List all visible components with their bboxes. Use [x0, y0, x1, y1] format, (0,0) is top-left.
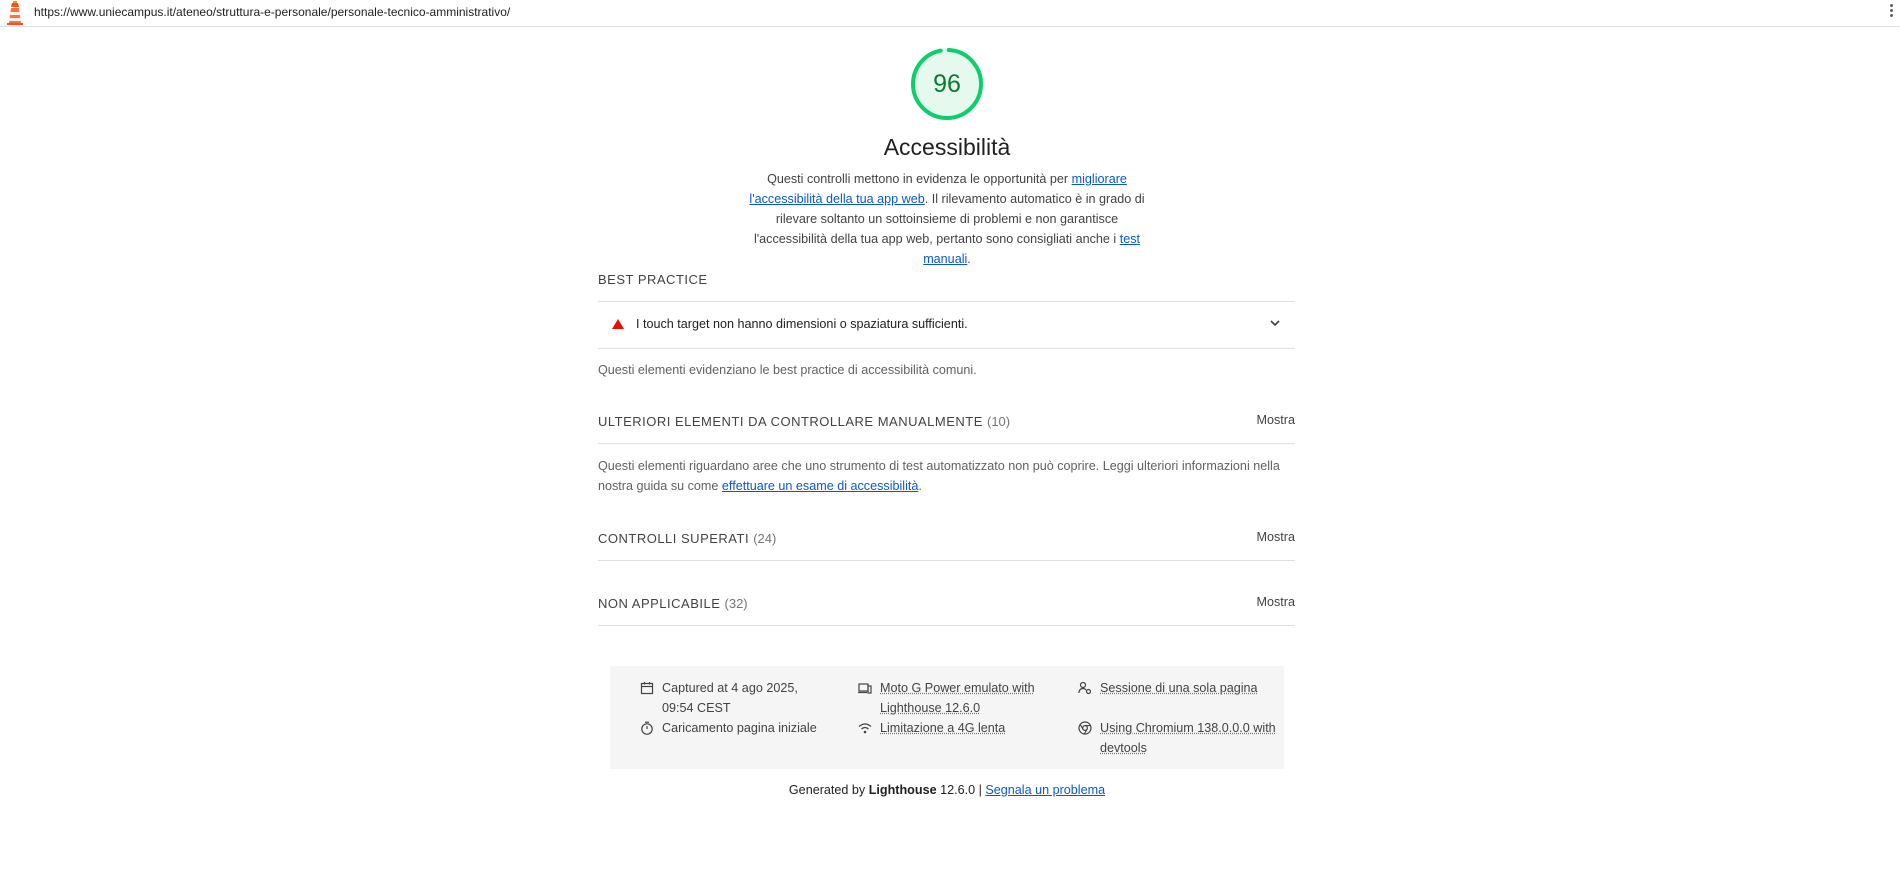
devices-icon — [858, 683, 872, 694]
throttling-item[interactable]: Limitazione a 4G lenta — [858, 718, 1048, 738]
audit-title: I touch target non hanno dimensioni o sp… — [636, 317, 968, 331]
browser-item[interactable]: Using Chromium 138.0.0.0 with devtools — [1078, 718, 1278, 758]
passed-show-toggle[interactable]: Mostra — [1257, 530, 1296, 544]
generated-by-footer: Generated by Lighthouse 12.6.0 | Segnala… — [788, 783, 1106, 797]
page-load-item: Caricamento pagina iniziale — [640, 718, 840, 738]
passed-heading: Controlli superati (24) — [598, 531, 777, 546]
kebab-menu-icon[interactable] — [1888, 2, 1894, 24]
divider — [598, 443, 1295, 444]
best-practice-description: Questi elementi evidenziano le best prac… — [598, 363, 977, 377]
person-settings-icon — [1078, 681, 1092, 695]
session-item[interactable]: Sessione di una sola pagina — [1078, 678, 1268, 698]
address-bar: https://www.uniecampus.it/ateneo/struttu… — [0, 0, 1900, 27]
best-practice-heading: Best practice — [598, 272, 708, 287]
calendar-icon — [640, 682, 654, 695]
manual-description: Questi elementi riguardano aree che uno … — [598, 459, 1280, 493]
warning-triangle-icon — [612, 319, 624, 329]
chevron-down-icon[interactable] — [1269, 317, 1281, 329]
runtime-settings-panel: Captured at 4 ago 2025, 09:54 CEST Caric… — [610, 666, 1284, 769]
touch-target-audit[interactable]: I touch target non hanno dimensioni o sp… — [598, 301, 1295, 349]
category-description: Questi controlli mettono in evidenza le … — [749, 172, 1145, 266]
score-value: 96 — [933, 70, 961, 98]
page-url[interactable]: https://www.uniecampus.it/ateneo/struttu… — [34, 5, 510, 19]
divider — [598, 560, 1295, 561]
manual-heading: Ulteriori elementi da controllare manual… — [598, 414, 1011, 429]
captured-item: Captured at 4 ago 2025, 09:54 CEST — [640, 678, 820, 718]
not-applicable-section-header[interactable]: Non applicabile (32) Mostra — [598, 595, 1295, 615]
chrome-icon — [1078, 721, 1092, 735]
not-applicable-heading: Non applicabile (32) — [598, 596, 748, 611]
divider — [598, 625, 1295, 626]
manual-show-toggle[interactable]: Mostra — [1257, 413, 1296, 427]
manual-section-header[interactable]: Ulteriori elementi da controllare manual… — [598, 413, 1295, 433]
best-practice-section: Best practice — [598, 271, 1295, 289]
not-applicable-show-toggle[interactable]: Mostra — [1257, 595, 1296, 609]
device-item[interactable]: Moto G Power emulato with Lighthouse 12.… — [858, 678, 1048, 718]
lighthouse-name: Lighthouse — [868, 783, 937, 797]
accessibility-review-link[interactable]: effettuare un esame di accessibilità — [722, 479, 918, 493]
report-issue-link[interactable]: Segnala un problema — [985, 783, 1105, 797]
lighthouse-icon — [7, 1, 23, 25]
passed-section-header[interactable]: Controlli superati (24) Mostra — [598, 530, 1295, 550]
timer-icon — [641, 721, 653, 735]
category-title: Accessibilità — [883, 134, 1011, 160]
wifi-icon — [858, 723, 872, 734]
